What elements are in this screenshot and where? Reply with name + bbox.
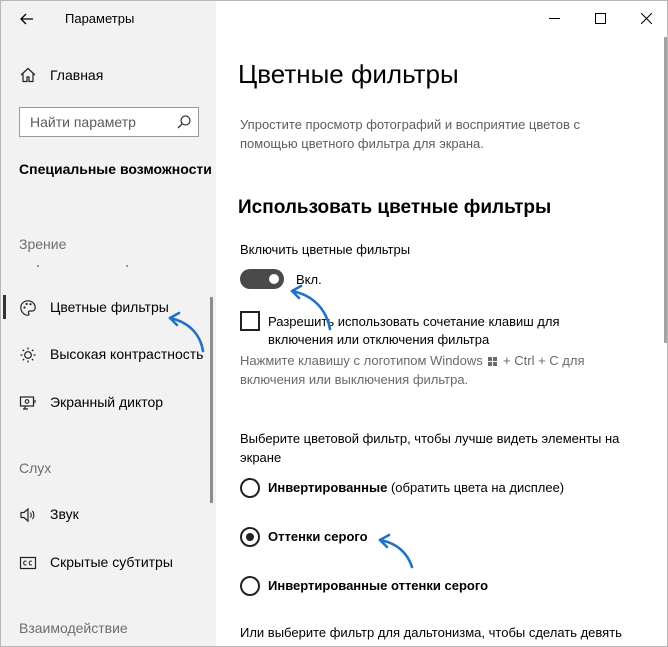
minimize-icon bbox=[548, 17, 560, 19]
radio-option-inverted-grayscale[interactable]: Инвертированные оттенки серого bbox=[240, 576, 640, 598]
narrator-icon bbox=[19, 396, 36, 410]
group-label-vision: Зрение bbox=[19, 236, 67, 252]
collapsed-items-indicator bbox=[37, 265, 128, 267]
radio-button[interactable] bbox=[240, 576, 260, 596]
nav-home-label: Главная bbox=[50, 67, 104, 83]
group-label-interaction: Взаимодействие bbox=[19, 620, 128, 636]
brightness-icon bbox=[20, 347, 36, 363]
radio-button-selected[interactable] bbox=[240, 527, 260, 547]
radio-option-inverted[interactable]: Инвертированные (обратить цвета на диспл… bbox=[240, 478, 640, 500]
sidebar-item-narrator[interactable]: Экранный диктор bbox=[1, 385, 213, 421]
speaker-icon bbox=[20, 507, 35, 523]
radio-button[interactable] bbox=[240, 478, 260, 498]
radio-label-name: Инвертированные оттенки серого bbox=[268, 578, 489, 593]
window-controls bbox=[531, 1, 667, 35]
minimize-button[interactable] bbox=[531, 1, 577, 35]
back-button[interactable] bbox=[15, 8, 39, 30]
nav-home[interactable]: Главная bbox=[1, 57, 216, 93]
sidebar-item-label: Высокая контрастность bbox=[50, 346, 204, 362]
search-icon[interactable] bbox=[176, 114, 192, 130]
sidebar-item-high-contrast[interactable]: Высокая контрастность bbox=[1, 337, 213, 373]
maximize-icon bbox=[594, 12, 606, 24]
radio-label: Оттенки серого bbox=[268, 529, 368, 544]
settings-window: Параметры Главная Специальные возможност… bbox=[0, 0, 668, 647]
radio-label: Инвертированные оттенки серого bbox=[268, 578, 488, 593]
title-bar: Параметры bbox=[1, 1, 216, 37]
radio-label: Инвертированные (обратить цвета на диспл… bbox=[268, 480, 564, 495]
sidebar-item-label: Скрытые субтитры bbox=[50, 554, 173, 570]
toggle-knob bbox=[269, 274, 279, 284]
toggle-state-text: Вкл. bbox=[296, 272, 322, 287]
sidebar-item-closed-captions[interactable]: Скрытые субтитры bbox=[1, 545, 213, 581]
shortcut-hint: Нажмите клавишу с логотипом Windows + Ct… bbox=[240, 351, 640, 389]
sidebar-item-sound[interactable]: Звук bbox=[1, 497, 213, 533]
radio-label-note: (обратить цвета на дисплее) bbox=[390, 480, 565, 495]
home-icon bbox=[20, 67, 36, 83]
section-title: Специальные возможности bbox=[19, 161, 212, 177]
closed-captions-icon bbox=[19, 556, 37, 570]
content-scrollbar[interactable] bbox=[664, 37, 667, 343]
sidebar-item-label: Экранный диктор bbox=[50, 394, 164, 410]
windows-logo-icon bbox=[488, 357, 498, 366]
search-input[interactable] bbox=[20, 108, 170, 136]
selection-indicator bbox=[3, 295, 6, 319]
palette-icon bbox=[20, 300, 36, 316]
group-label-hearing: Слух bbox=[19, 460, 52, 476]
hint-text-start: Нажмите клавишу с логотипом Windows bbox=[240, 353, 483, 368]
radio-label-name: Оттенки серого bbox=[268, 529, 368, 544]
back-arrow-icon bbox=[20, 13, 33, 25]
sidebar-item-label: Звук bbox=[50, 506, 79, 522]
close-button[interactable] bbox=[623, 1, 667, 35]
close-icon bbox=[640, 12, 652, 24]
shortcut-checkbox-label[interactable]: Разрешить использовать сочетание клавиш … bbox=[268, 313, 608, 349]
radio-dot bbox=[246, 533, 254, 541]
filter-prompt: Выберите цветовой фильтр, чтобы лучше ви… bbox=[240, 431, 620, 465]
color-filters-toggle[interactable] bbox=[240, 269, 284, 289]
sidebar: Параметры Главная Специальные возможност… bbox=[1, 1, 216, 646]
app-title: Параметры bbox=[65, 11, 135, 26]
colorblind-prompt: Или выберите фильтр для дальтонизма, что… bbox=[240, 625, 622, 640]
radio-option-grayscale[interactable]: Оттенки серого bbox=[240, 527, 640, 549]
page-description: Упростите просмотр фотографий и восприят… bbox=[240, 117, 580, 151]
content-pane: Цветные фильтры Упростите просмотр фотог… bbox=[216, 1, 667, 646]
page-title: Цветные фильтры bbox=[238, 59, 459, 89]
search-box bbox=[19, 107, 199, 137]
toggle-label: Включить цветные фильтры bbox=[240, 242, 411, 257]
sidebar-scrollbar[interactable] bbox=[210, 297, 213, 503]
shortcut-checkbox[interactable] bbox=[240, 311, 260, 331]
section-heading: Использовать цветные фильтры bbox=[238, 197, 552, 218]
radio-label-name: Инвертированные bbox=[268, 480, 388, 495]
sidebar-item-label: Цветные фильтры bbox=[50, 299, 169, 315]
sidebar-item-color-filters[interactable]: Цветные фильтры bbox=[1, 290, 213, 326]
maximize-button[interactable] bbox=[577, 1, 623, 35]
